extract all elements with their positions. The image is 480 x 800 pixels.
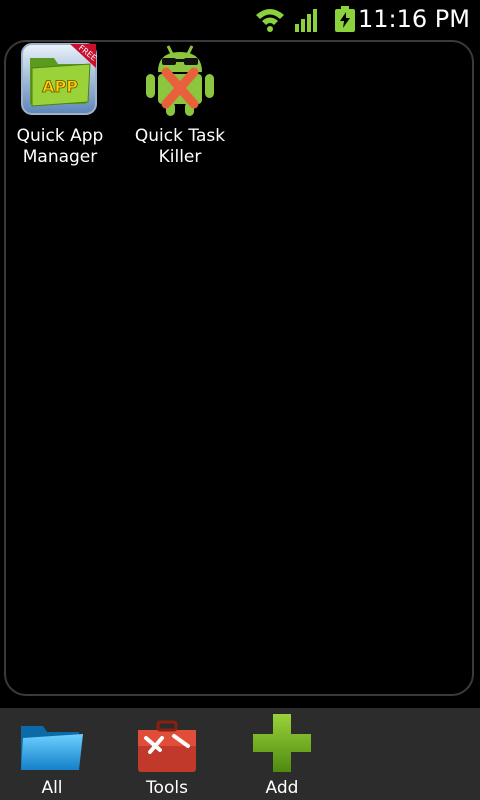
- folder-icon: [21, 726, 83, 770]
- bottom-label-all: All: [41, 778, 63, 798]
- android-task-killer-icon: [146, 45, 214, 116]
- bottom-bar: All Tools Add: [0, 708, 480, 800]
- status-bar: 11:16 PM: [0, 0, 480, 38]
- app-label: Quick Task Killer: [134, 126, 226, 167]
- app-quick-task-killer[interactable]: Quick Task Killer: [120, 42, 240, 168]
- bottom-item-all[interactable]: All: [2, 708, 102, 800]
- quick-app-manager-icon: APP FREE: [21, 43, 98, 115]
- status-clock: 11:16 PM: [358, 5, 470, 33]
- bottom-label-add: Add: [265, 778, 299, 798]
- app-quick-app-manager[interactable]: APP FREE Quick App Manager: [0, 42, 120, 168]
- app-label: Quick App Manager: [16, 126, 104, 167]
- app-grid-panel: APP FREE Quick App Manager Quick Task Ki…: [4, 40, 474, 696]
- toolbox-icon: [138, 720, 196, 772]
- bottom-item-add[interactable]: Add: [232, 708, 332, 800]
- svg-text:APP: APP: [42, 77, 78, 96]
- bottom-label-tools: Tools: [146, 778, 188, 798]
- wifi-icon: [256, 9, 284, 32]
- battery-charging-icon: [335, 6, 355, 32]
- signal-icon: [295, 9, 317, 32]
- plus-icon: [253, 714, 311, 772]
- bottom-item-tools[interactable]: Tools: [117, 708, 217, 800]
